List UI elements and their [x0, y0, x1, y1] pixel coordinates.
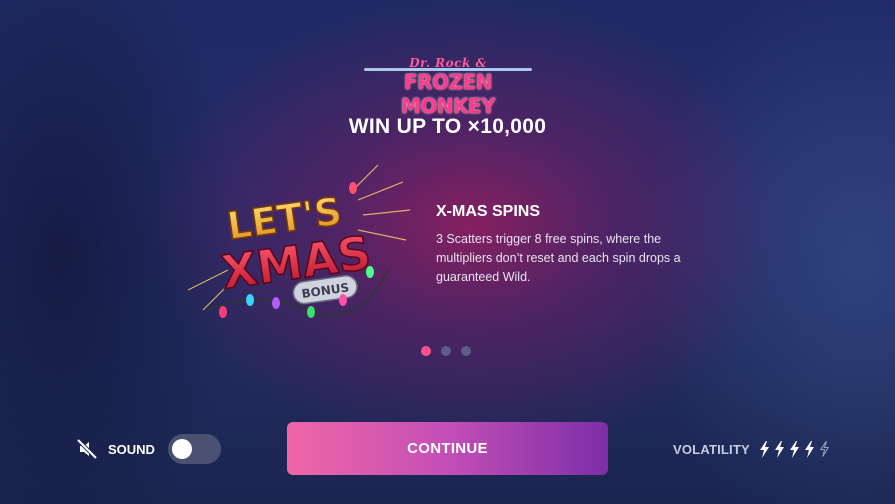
continue-button[interactable]: CONTINUE [287, 422, 608, 475]
carousel-pagination [421, 346, 471, 356]
max-win-headline: WIN UP TO ×10,000 [348, 115, 547, 138]
sound-toggle-knob [171, 439, 192, 459]
sound-toggle[interactable] [167, 434, 221, 464]
volatility-indicator: VOLATILITY [673, 439, 834, 459]
carousel-dot-2[interactable] [441, 346, 451, 356]
game-logo: Dr. Rock & FROZEN MONKEY [358, 54, 538, 118]
feature-description: 3 Scatters trigger 8 free spins, where t… [436, 232, 681, 284]
carousel-dot-1[interactable] [421, 346, 431, 356]
sound-control: SOUND [76, 434, 221, 464]
lightning-bolt-outline-icon [819, 440, 829, 457]
sound-label: SOUND [108, 441, 155, 457]
carousel-dot-3[interactable] [461, 346, 471, 356]
lightning-bolt-icon [774, 440, 784, 458]
logo-line-2: FROZEN MONKEY [400, 70, 496, 118]
muted-speaker-icon [76, 438, 98, 460]
lightning-bolt-icon [759, 440, 769, 458]
lightning-bolt-icon [789, 440, 799, 458]
lightning-bolt-icon [804, 440, 814, 458]
feature-title: X-MAS SPINS [436, 203, 541, 220]
volatility-label: VOLATILITY [673, 441, 750, 457]
logo-line-1: Dr. Rock & [409, 56, 487, 70]
xmas-bonus-artwork: LET'S XMAS BONUS [187, 164, 411, 318]
